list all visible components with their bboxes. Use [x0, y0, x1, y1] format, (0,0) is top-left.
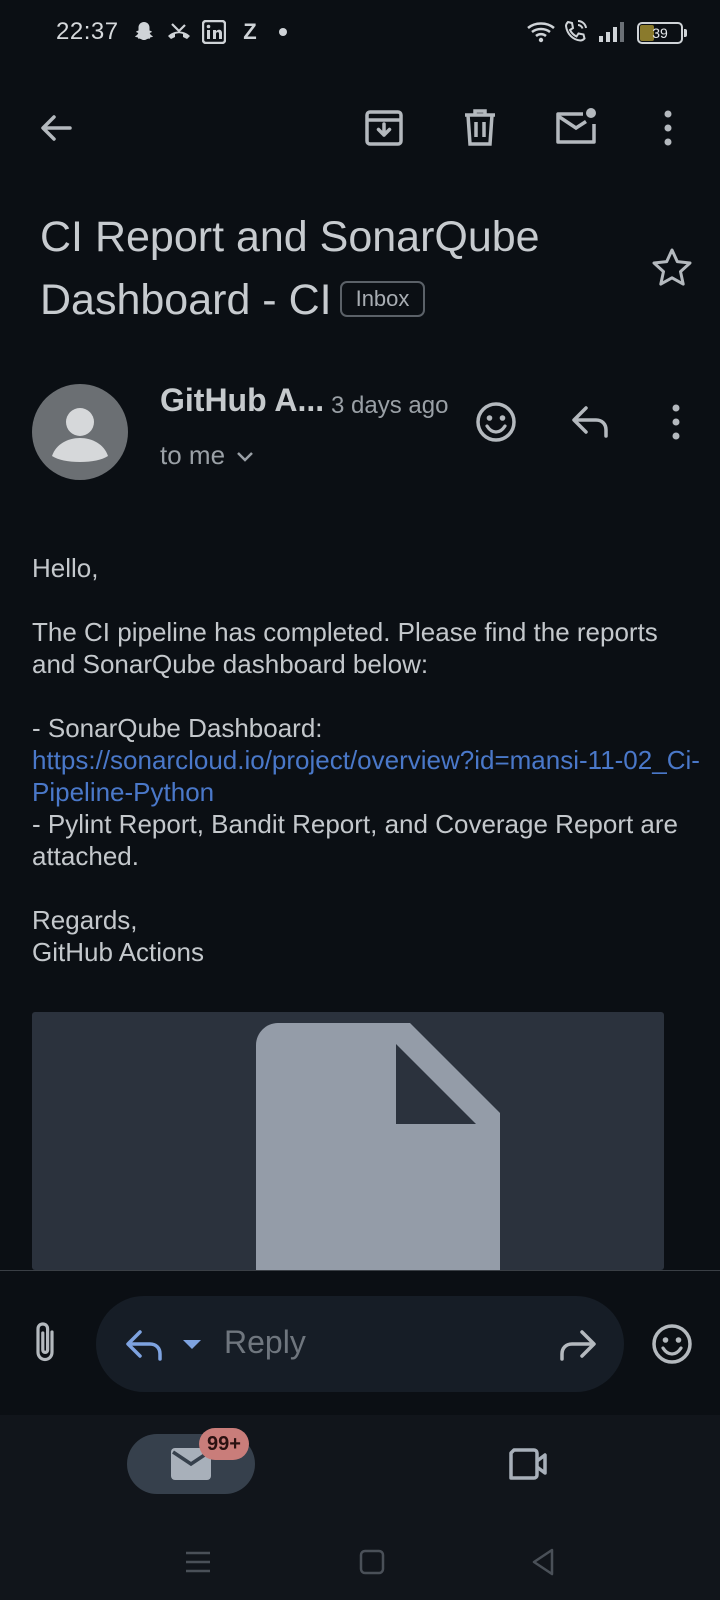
recents-icon[interactable]	[182, 1546, 214, 1578]
reply-icon[interactable]	[568, 398, 616, 446]
dot-icon	[276, 18, 290, 46]
email-body: Hello, The CI pipeline has completed. Pl…	[32, 552, 702, 968]
attach-icon[interactable]	[24, 1318, 68, 1366]
avatar[interactable]	[32, 384, 128, 480]
recipient-toggle[interactable]: to me	[160, 440, 257, 471]
forward-icon[interactable]	[552, 1320, 600, 1368]
back-arrow-icon[interactable]	[32, 104, 80, 152]
home-icon[interactable]	[356, 1546, 388, 1578]
meet-video-icon[interactable]	[506, 1444, 550, 1484]
reply-input[interactable]	[96, 1296, 624, 1392]
more-vert-icon[interactable]	[652, 398, 700, 446]
reply-mode-icon[interactable]	[122, 1320, 170, 1368]
greeting: Hello,	[32, 553, 99, 583]
recipient-text: to me	[160, 440, 226, 470]
attachment-preview[interactable]	[32, 1012, 664, 1270]
dashboard-link[interactable]: https://sonarcloud.io/project/overview?i…	[32, 745, 700, 807]
linkedin-icon	[200, 18, 228, 46]
subject-text: CI Report and SonarQube Dashboard - CI	[40, 213, 540, 324]
status-bar: 22:37 Z 39	[0, 0, 720, 64]
archive-icon[interactable]	[360, 104, 408, 152]
caret-down-icon[interactable]	[178, 1330, 206, 1358]
reports-line: - Pylint Report, Bandit Report, and Cove…	[32, 809, 679, 871]
unread-badge: 99+	[199, 1428, 249, 1460]
sender-name[interactable]: GitHub A...	[160, 382, 324, 419]
battery-indicator: 39	[637, 22, 687, 44]
email-subject: CI Report and SonarQube Dashboard - CI In…	[40, 206, 620, 332]
wifi-icon	[524, 18, 558, 46]
more-vert-icon[interactable]	[644, 104, 692, 152]
chevron-down-icon	[237, 451, 253, 462]
mark-unread-icon[interactable]	[552, 104, 600, 152]
signal-icon	[596, 18, 626, 46]
closing: Regards,	[32, 905, 138, 935]
status-time: 22:37	[56, 18, 119, 45]
z-icon: Z	[243, 19, 257, 44]
intro-text: The CI pipeline has completed. Please fi…	[32, 617, 658, 679]
email-time: 3 days ago	[331, 392, 449, 419]
file-icon	[256, 1023, 500, 1270]
inbox-label-chip[interactable]: Inbox	[339, 280, 426, 317]
wifi-calling-icon	[562, 18, 590, 46]
dashboard-label: - SonarQube Dashboard:	[32, 713, 323, 743]
bottom-nav	[0, 1415, 720, 1523]
missed-call-icon	[164, 18, 194, 46]
emoji-react-icon[interactable]	[470, 396, 522, 448]
star-icon[interactable]	[648, 244, 696, 292]
signature: GitHub Actions	[32, 937, 204, 967]
delete-icon[interactable]	[456, 104, 504, 152]
battery-level: 39	[652, 25, 668, 41]
snapchat-icon	[130, 18, 158, 46]
back-nav-icon[interactable]	[528, 1546, 560, 1578]
reply-placeholder[interactable]: Reply	[224, 1324, 306, 1361]
emoji-icon[interactable]	[646, 1318, 698, 1370]
